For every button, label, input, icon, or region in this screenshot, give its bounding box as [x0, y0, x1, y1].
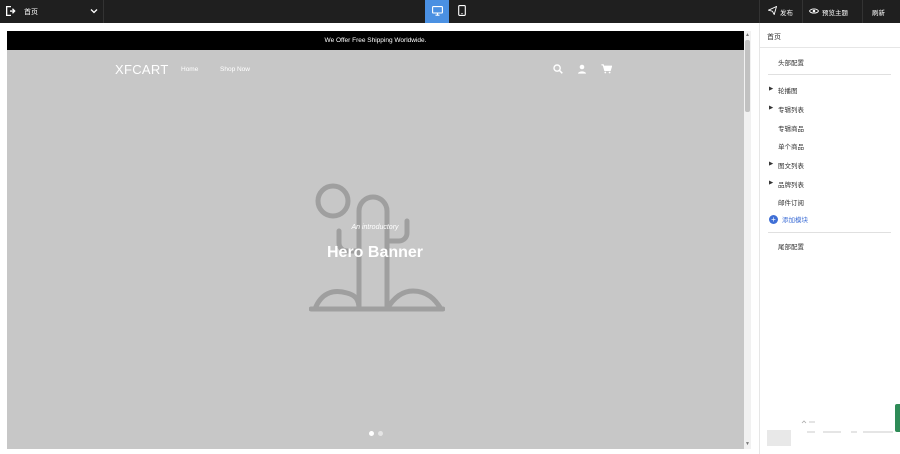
panel-divider	[768, 232, 891, 233]
section-item[interactable]: 品牌列表	[778, 179, 804, 189]
refresh-button[interactable]: 刷新	[872, 0, 885, 23]
scroll-up-icon[interactable]: ▲	[745, 32, 750, 38]
mobile-view-button[interactable]	[450, 0, 474, 23]
section-item[interactable]: 单个商品	[778, 141, 804, 151]
caret-right-icon[interactable]: ▶	[769, 105, 773, 111]
carousel-dot-1[interactable]	[369, 431, 374, 436]
hero-subtitle: An introductory	[351, 224, 399, 231]
desktop-icon	[431, 5, 443, 18]
plus-circle-icon: +	[769, 214, 778, 224]
chevron-down-icon	[90, 7, 98, 17]
desktop-view-button[interactable]	[425, 0, 449, 23]
caret-right-icon[interactable]: ▶	[769, 180, 773, 186]
hero-title: Hero Banner	[326, 244, 424, 261]
user-icon[interactable]	[576, 63, 588, 75]
send-icon	[767, 5, 778, 17]
preview-canvas: We Offer Free Shipping Worldwide. XFCART…	[7, 31, 744, 449]
section-item[interactable]: 专辑商品	[778, 123, 804, 133]
refresh-label: 刷新	[872, 9, 885, 17]
scroll-down-icon[interactable]: ▼	[745, 441, 750, 447]
publish-button[interactable]: 发布	[767, 0, 793, 23]
page-select-value: 首页	[24, 8, 38, 16]
panel-title: 首页	[767, 34, 781, 41]
side-handle[interactable]	[895, 404, 900, 432]
page-select[interactable]: 首页	[18, 0, 104, 23]
publish-label: 发布	[780, 9, 793, 17]
caret-right-icon[interactable]: ▶	[769, 86, 773, 92]
preview-theme-label: 预览主题	[822, 9, 848, 17]
section-item[interactable]: 轮播图	[778, 85, 798, 95]
config-panel: 首页 头部配置 ▶ 轮播图 ▶ 专辑列表 专辑商品 单个商品 ▶ 图文列表 ▶ …	[759, 23, 900, 454]
scroll-thumb[interactable]	[745, 40, 750, 112]
store-logo[interactable]: XFCART	[115, 62, 169, 77]
section-item[interactable]: 邮件订阅	[778, 197, 804, 207]
panel-divider	[768, 74, 891, 75]
announcement-bar: We Offer Free Shipping Worldwide.	[7, 31, 744, 50]
toolbar-divider	[802, 0, 803, 23]
toolbar-divider	[862, 0, 863, 23]
caret-right-icon[interactable]: ▶	[769, 161, 773, 167]
announcement-text: We Offer Free Shipping Worldwide.	[324, 37, 427, 44]
section-item[interactable]: 专辑列表	[778, 104, 804, 114]
panel-divider	[760, 47, 900, 48]
carousel-dot-2[interactable]	[378, 431, 383, 436]
search-icon[interactable]	[552, 63, 564, 75]
header-config-item[interactable]: 头部配置	[778, 57, 804, 67]
exit-icon[interactable]	[3, 4, 17, 18]
footer-config-item[interactable]: 尾部配置	[778, 241, 804, 251]
eye-icon	[808, 7, 820, 17]
loading-artifact	[767, 420, 893, 446]
top-toolbar: 首页 发布 预览主题 刷新	[0, 0, 900, 23]
add-block-button[interactable]: + 添加模块	[769, 214, 808, 224]
nav-link-shop-now[interactable]: Shop Now	[220, 66, 250, 73]
preview-theme-button[interactable]: 预览主题	[808, 0, 848, 23]
canvas-scrollbar[interactable]: ▲ ▼	[744, 31, 751, 449]
add-block-label: 添加模块	[782, 217, 808, 224]
cart-icon[interactable]	[600, 63, 612, 75]
toolbar-divider	[759, 0, 760, 23]
section-item[interactable]: 图文列表	[778, 160, 804, 170]
mobile-icon	[458, 5, 466, 18]
nav-link-home[interactable]: Home	[181, 66, 198, 73]
